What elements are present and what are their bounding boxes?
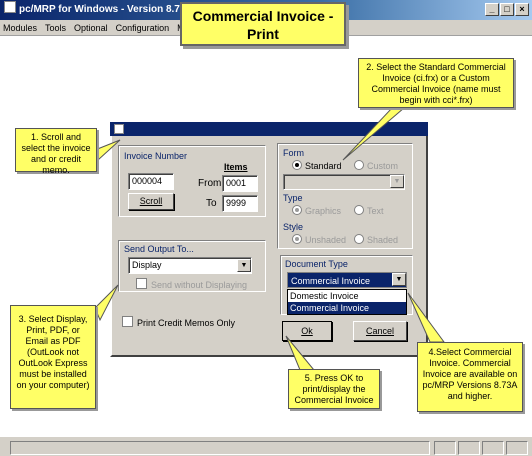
callout3-pointer — [94, 284, 119, 322]
callout2-pointer — [342, 107, 406, 161]
callout-step3: 3. Select Display, Print, PDF, or Email … — [10, 305, 96, 409]
callout4-pointer — [407, 292, 445, 343]
callout5-pointer — [285, 335, 316, 371]
callout-step1: 1. Scroll and select the invoice and or … — [15, 128, 97, 175]
callout-step5: 5. Press OK to print/display the Commerc… — [288, 369, 380, 409]
callout-step2: 2. Select the Standard Commercial Invoic… — [358, 58, 514, 108]
callout1-pointer — [94, 139, 121, 161]
callout-step4: 4.Select Commercial Invoice. Commercial … — [417, 342, 523, 412]
